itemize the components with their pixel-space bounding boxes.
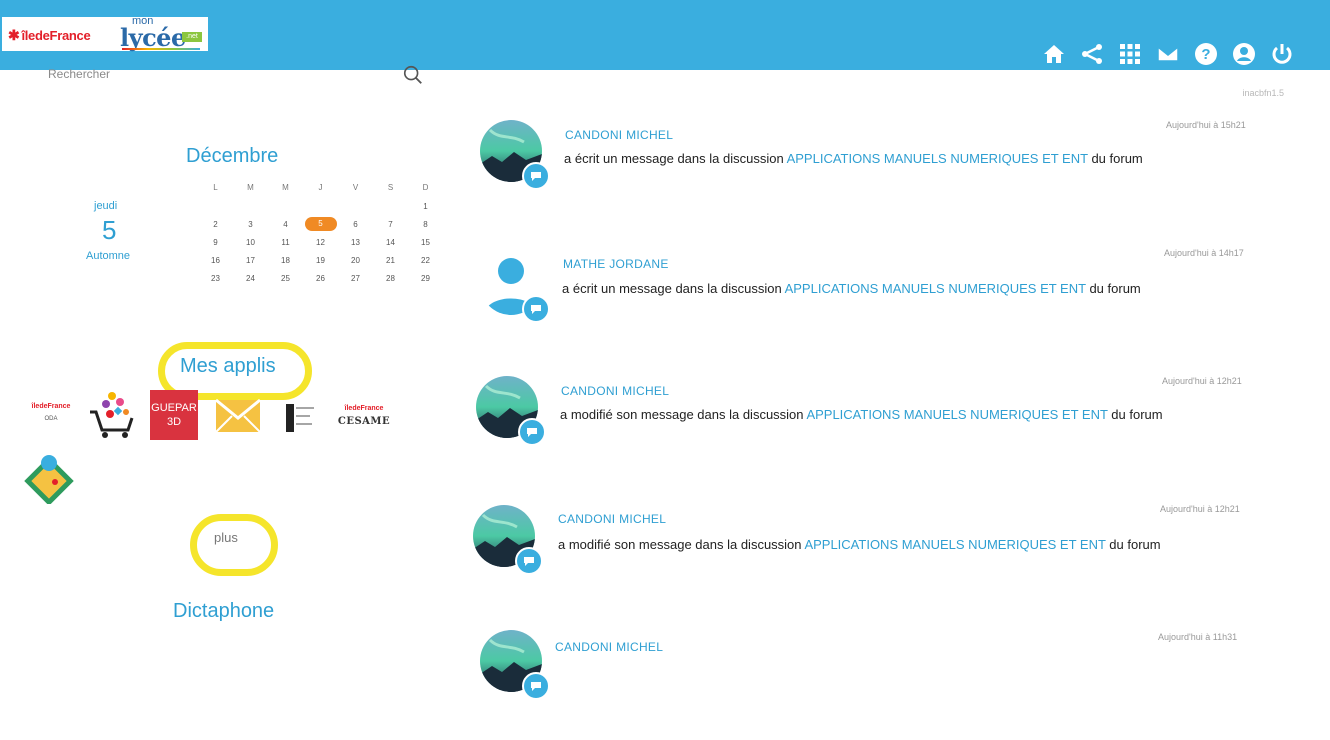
brand-logos[interactable]: ✱ îledeFrance mon lycée .net (2, 15, 208, 52)
version-label: inacbfn1.5 (1242, 88, 1284, 98)
feed-message: a modifié son message dans la discussion… (558, 537, 1161, 552)
feed-item[interactable]: MATHE JORDANE a écrit un message dans la … (0, 248, 1330, 358)
ile-de-france-logo: ✱ îledeFrance (8, 27, 91, 43)
ile-de-france-logo-text: îledeFrance (21, 28, 91, 43)
feed-suffix-text: du forum (1111, 407, 1163, 422)
header-icon-bar: ? (1040, 40, 1296, 68)
feed-item[interactable]: CANDONI MICHEL a modifié son message dans… (0, 502, 1330, 612)
feed-action-text: a modifié son message dans la discussion (558, 537, 802, 552)
feed-timestamp: Aujourd'hui à 12h21 (1160, 504, 1240, 514)
feed-timestamp: Aujourd'hui à 11h31 (1158, 632, 1238, 642)
top-bar: ✱ îledeFrance mon lycée .net ? (0, 0, 1330, 70)
feed-timestamp: Aujourd'hui à 12h21 (1162, 376, 1242, 386)
mail-icon[interactable] (1154, 40, 1182, 68)
feed-topic-link[interactable]: APPLICATIONS MANUELS NUMERIQUES ET ENT (806, 407, 1107, 422)
chat-bubble-icon (515, 547, 543, 575)
chat-bubble-icon (518, 418, 546, 446)
feed-message: a écrit un message dans la discussion AP… (564, 151, 1143, 166)
feed-author-link[interactable]: CANDONI MICHEL (558, 512, 666, 526)
search-bar (30, 62, 430, 90)
chat-bubble-icon (522, 295, 550, 323)
feed-suffix-text: du forum (1089, 281, 1141, 296)
feed-author-link[interactable]: CANDONI MICHEL (561, 384, 669, 398)
feed-timestamp: Aujourd'hui à 14h17 (1164, 248, 1244, 258)
help-icon[interactable]: ? (1192, 40, 1220, 68)
monlycee-logo: mon lycée .net (118, 15, 204, 52)
chat-bubble-icon (522, 672, 550, 700)
feed-topic-link[interactable]: APPLICATIONS MANUELS NUMERIQUES ET ENT (785, 281, 1086, 296)
share-icon[interactable] (1078, 40, 1106, 68)
feed-item[interactable]: CANDONI MICHEL Aujourd'hui à 11h31 (0, 630, 1330, 740)
chat-bubble-icon (522, 162, 550, 190)
power-icon[interactable] (1268, 40, 1296, 68)
home-icon[interactable] (1040, 40, 1068, 68)
feed-topic-link[interactable]: APPLICATIONS MANUELS NUMERIQUES ET ENT (787, 151, 1088, 166)
feed-message: a écrit un message dans la discussion AP… (562, 281, 1141, 296)
user-icon[interactable] (1230, 40, 1258, 68)
feed-topic-link[interactable]: APPLICATIONS MANUELS NUMERIQUES ET ENT (804, 537, 1105, 552)
feed-item[interactable]: CANDONI MICHEL a écrit un message dans la… (0, 120, 1330, 230)
feed-message: a modifié son message dans la discussion… (560, 407, 1163, 422)
monlycee-logo-net: .net (182, 32, 202, 42)
feed-action-text: a modifié son message dans la discussion (560, 407, 804, 422)
search-icon[interactable] (402, 64, 424, 86)
feed-author-link[interactable]: CANDONI MICHEL (555, 640, 663, 654)
search-input[interactable] (30, 62, 410, 86)
monlycee-logo-stripe (122, 48, 200, 50)
feed-suffix-text: du forum (1109, 537, 1161, 552)
svg-text:?: ? (1201, 46, 1210, 63)
feed-author-link[interactable]: CANDONI MICHEL (565, 128, 673, 142)
feed-item[interactable]: CANDONI MICHEL a modifié son message dans… (0, 374, 1330, 484)
feed-author-link[interactable]: MATHE JORDANE (563, 257, 669, 271)
apps-grid-icon[interactable] (1116, 40, 1144, 68)
feed-suffix-text: du forum (1091, 151, 1143, 166)
feed-action-text: a écrit un message dans la discussion (562, 281, 782, 296)
feed-timestamp: Aujourd'hui à 15h21 (1166, 120, 1246, 130)
feed-action-text: a écrit un message dans la discussion (564, 151, 784, 166)
